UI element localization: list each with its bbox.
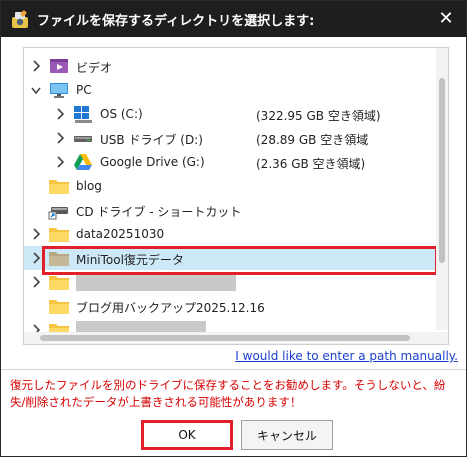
video-folder-icon (48, 56, 70, 76)
tree-item[interactable]: OS (C:) (322.95 GB 空き領域) (24, 102, 436, 126)
folder-icon (48, 272, 70, 292)
chevron-right-icon[interactable] (54, 106, 66, 122)
tree-item[interactable]: ビデオ (24, 54, 436, 78)
free-space-label: (28.89 GB 空き領域 (256, 133, 369, 147)
dialog-title: ファイルを保存するディレクトリを選択します: (37, 14, 315, 29)
usb-drive-icon (72, 128, 94, 148)
tree-item-label: CD ドライブ - ショートカット (76, 205, 242, 219)
free-space-label: (322.95 GB 空き領域) (256, 109, 381, 123)
chevron-right-icon[interactable] (30, 274, 42, 290)
tree-item[interactable] (24, 270, 436, 294)
scroll-thumb[interactable] (40, 335, 410, 341)
horizontal-scrollbar[interactable] (24, 332, 436, 344)
save-directory-dialog: ファイルを保存するディレクトリを選択します: ✕ ビデオ PC OS (C:) (32… (0, 0, 467, 457)
chevron-right-icon[interactable] (30, 226, 42, 242)
shortcut-drive-icon (48, 200, 70, 220)
close-icon: ✕ (438, 8, 454, 29)
folder-icon (48, 296, 70, 316)
tree-item[interactable]: PC (24, 78, 436, 102)
free-space-label: (2.36 GB 空き領域) (256, 157, 366, 171)
redacted-label (76, 273, 236, 291)
tree-item-label: data20251030 (76, 227, 165, 241)
scroll-thumb[interactable] (439, 78, 445, 263)
tree-item[interactable]: Google Drive (G:) (2.36 GB 空き領域) (24, 150, 436, 174)
ok-button[interactable]: OK (141, 420, 233, 450)
tree-item[interactable]: data20251030 (24, 222, 436, 246)
folder-icon (48, 176, 70, 196)
chevron-down-icon[interactable] (30, 82, 42, 98)
tree-item-label: PC (76, 83, 92, 97)
chevron-right-icon[interactable] (30, 58, 42, 74)
tree-item-label: Google Drive (G:) (100, 155, 205, 169)
tree-item-label: USB ドライブ (D:) (100, 133, 203, 147)
vertical-scrollbar[interactable] (436, 48, 448, 330)
close-button[interactable]: ✕ (434, 7, 458, 31)
manual-path-link[interactable]: I would like to enter a path manually. (235, 349, 458, 363)
folder-icon (48, 224, 70, 244)
folder-icon (48, 248, 70, 268)
tree-item[interactable]: CD ドライブ - ショートカット (24, 198, 436, 222)
tree-item-label: blog (76, 179, 102, 193)
tree-item[interactable]: MiniTool復元データ (24, 246, 436, 270)
directory-tree[interactable]: ビデオ PC OS (C:) (322.95 GB 空き領域) USB ドライブ (D:… (23, 47, 449, 345)
tree-item[interactable]: ブログ用バックアップ2025.12.16 (24, 294, 436, 318)
app-logo-icon (12, 10, 28, 28)
scrollbar-corner (436, 332, 448, 344)
warning-message: 復元したファイルを別のドライブに保存することをお勧めします。そうしないと、紛失/… (10, 378, 446, 409)
title-bar: ファイルを保存するディレクトリを選択します: ✕ (1, 1, 466, 37)
divider (1, 369, 466, 370)
tree-item-label: ビデオ (76, 61, 113, 75)
google-drive-icon (72, 152, 94, 172)
cancel-button[interactable]: キャンセル (241, 420, 333, 450)
tree-item-label: OS (C:) (100, 107, 143, 121)
chevron-right-icon[interactable] (30, 250, 42, 266)
tree-item[interactable]: blog (24, 174, 436, 198)
tree-item[interactable]: USB ドライブ (D:) (28.89 GB 空き領域 (24, 126, 436, 150)
windows-drive-icon (72, 104, 94, 124)
chevron-right-icon[interactable] (54, 130, 66, 146)
monitor-icon (48, 80, 70, 100)
tree-item-label: ブログ用バックアップ2025.12.16 (76, 301, 265, 315)
chevron-right-icon[interactable] (54, 154, 66, 170)
tree-item-label: MiniTool復元データ (76, 253, 184, 267)
